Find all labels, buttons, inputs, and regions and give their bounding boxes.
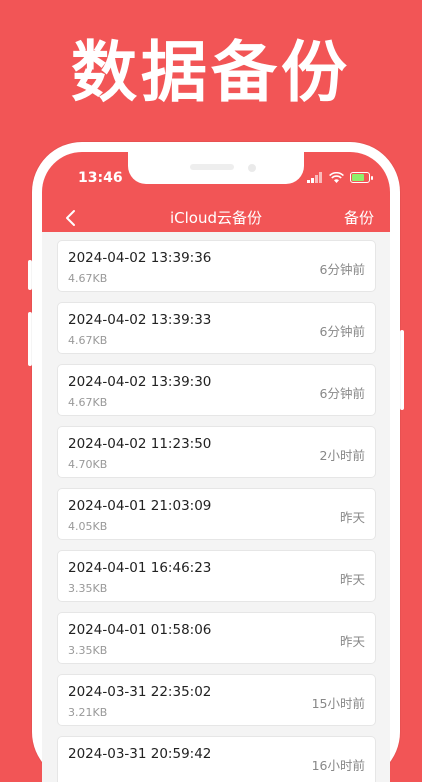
phone-power-button (400, 330, 404, 410)
backup-size: 3.21KB (68, 706, 108, 719)
backup-list-item[interactable]: 2024-04-01 21:03:09 4.05KB 昨天 (57, 488, 376, 540)
backup-relative-time: 2小时前 (319, 448, 365, 463)
backup-date: 2024-04-01 21:03:09 (68, 498, 212, 514)
battery-icon (350, 171, 373, 183)
backup-list-item[interactable]: 2024-03-31 20:59:42 16小时前 (57, 736, 376, 782)
backup-button[interactable]: 备份 (344, 206, 374, 230)
backup-size: 4.67KB (68, 396, 108, 409)
backup-list-item[interactable]: 2024-04-02 11:23:50 4.70KB 2小时前 (57, 426, 376, 478)
promo-headline: 数据备份 (71, 34, 351, 111)
backup-relative-time: 15小时前 (311, 696, 365, 711)
backup-list-item[interactable]: 2024-04-02 13:39:36 4.67KB 6分钟前 (57, 240, 376, 292)
phone-screen: 13:46 iCloud云备份 备份 2024-04-02 13:39:36 4… (42, 152, 390, 782)
phone-notch (128, 152, 304, 184)
speaker (190, 164, 234, 170)
backup-date: 2024-03-31 22:35:02 (68, 684, 212, 700)
backup-relative-time: 16小时前 (311, 758, 365, 773)
backup-size: 4.70KB (68, 458, 108, 471)
backup-list-item[interactable]: 2024-04-01 01:58:06 3.35KB 昨天 (57, 612, 376, 664)
status-icons (307, 170, 373, 184)
backup-list-item[interactable]: 2024-04-02 13:39:30 4.67KB 6分钟前 (57, 364, 376, 416)
backup-relative-time: 昨天 (339, 572, 365, 587)
backup-list-item[interactable]: 2024-03-31 22:35:02 3.21KB 15小时前 (57, 674, 376, 726)
phone-frame: 13:46 iCloud云备份 备份 2024-04-02 13:39:36 4… (32, 142, 400, 782)
backup-size: 4.05KB (68, 520, 108, 533)
backup-relative-time: 昨天 (339, 634, 365, 649)
backup-relative-time: 6分钟前 (319, 262, 365, 277)
page-title: iCloud云备份 (169, 209, 262, 227)
backup-date: 2024-04-01 01:58:06 (68, 622, 212, 638)
backup-size: 4.67KB (68, 272, 108, 285)
backup-list-item[interactable]: 2024-04-01 16:46:23 3.35KB 昨天 (57, 550, 376, 602)
backup-date: 2024-04-02 13:39:33 (68, 312, 212, 328)
backup-list-item[interactable]: 2024-04-02 13:39:33 4.67KB 6分钟前 (57, 302, 376, 354)
backup-relative-time: 昨天 (339, 510, 365, 525)
wifi-icon (329, 171, 344, 183)
signal-icon (307, 171, 322, 183)
backup-list: 2024-04-02 13:39:36 4.67KB 6分钟前 2024-04-… (42, 240, 390, 782)
navigation-bar: 13:46 iCloud云备份 备份 (42, 152, 390, 232)
status-time: 13:46 (78, 170, 123, 186)
backup-relative-time: 6分钟前 (319, 386, 365, 401)
backup-relative-time: 6分钟前 (319, 324, 365, 339)
backup-size: 3.35KB (68, 644, 108, 657)
backup-size: 4.67KB (68, 334, 108, 347)
backup-date: 2024-04-02 11:23:50 (68, 436, 212, 452)
backup-date: 2024-04-02 13:39:36 (68, 250, 212, 266)
backup-size: 3.35KB (68, 582, 108, 595)
backup-date: 2024-04-02 13:39:30 (68, 374, 212, 390)
backup-date: 2024-03-31 20:59:42 (68, 746, 212, 762)
front-camera (248, 164, 256, 172)
backup-date: 2024-04-01 16:46:23 (68, 560, 212, 576)
